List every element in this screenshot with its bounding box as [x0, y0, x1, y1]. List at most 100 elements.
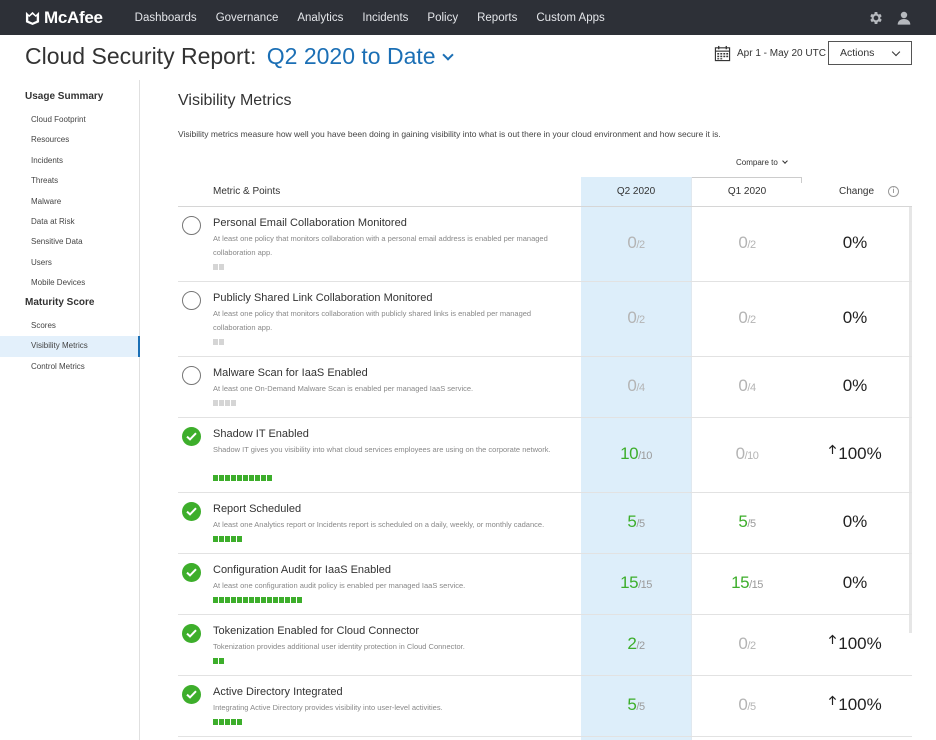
table-row[interactable]: Configuration Audit for IaaS Enabled At l… — [178, 554, 912, 615]
mcafee-logo[interactable]: McAfee — [25, 8, 103, 28]
change-value: 100% — [800, 695, 910, 715]
q1-score: 0/2 — [692, 308, 802, 328]
table-row[interactable]: Personal Email Collaboration Monitored At… — [178, 207, 912, 282]
metric-name: Malware Scan for IaaS Enabled — [213, 367, 368, 379]
sidebar-item-data-at-risk[interactable]: Data at Risk — [0, 212, 139, 232]
metric-description: Tokenization provides additional user id… — [213, 642, 465, 651]
point-block — [213, 264, 218, 270]
check-circle-icon — [182, 427, 201, 446]
q1-score-max: /4 — [747, 382, 756, 394]
change-value: 0% — [800, 233, 910, 253]
point-block — [237, 475, 242, 481]
q1-score: 5/5 — [692, 512, 802, 532]
change-percent: 0% — [842, 573, 868, 592]
check-circle-icon — [182, 502, 201, 521]
gear-icon[interactable] — [868, 10, 884, 26]
q2-score: 2/2 — [581, 634, 691, 654]
sidebar-item-threats[interactable]: Threats — [0, 171, 139, 191]
change-percent: 0% — [842, 376, 868, 395]
actions-label: Actions — [840, 47, 875, 59]
point-block — [267, 597, 272, 603]
nav-item-dashboards[interactable]: Dashboards — [135, 12, 197, 24]
points-indicator — [213, 264, 225, 270]
point-block — [279, 597, 284, 603]
q1-score: 0/10 — [692, 444, 802, 464]
table-row[interactable]: Active Directory Integrated Integrating A… — [178, 676, 912, 737]
q2-score-max: /15 — [638, 579, 652, 591]
point-block — [261, 475, 266, 481]
change-value: 100% — [800, 634, 910, 654]
q1-score-value: 0 — [735, 444, 745, 463]
metric-description: Integrating Active Directory provides vi… — [213, 703, 443, 712]
col-header-q1[interactable]: Q1 2020 — [692, 186, 802, 197]
point-block — [219, 264, 224, 270]
nav-item-policy[interactable]: Policy — [427, 12, 458, 24]
sidebar-item-resources[interactable]: Resources — [0, 130, 139, 150]
date-range[interactable]: Apr 1 - May 20 UTC — [714, 45, 826, 62]
main-nav: Dashboards Governance Analytics Incidents Po… — [135, 12, 624, 24]
table-row[interactable]: Shadow IT Enabled Shadow IT gives you vis… — [178, 418, 912, 493]
empty-circle-icon — [182, 366, 201, 385]
sidebar-item-scores[interactable]: Scores — [0, 316, 139, 336]
change-value: 0% — [800, 512, 910, 532]
period-label: Q2 2020 to Date — [266, 43, 436, 69]
compare-to-dropdown[interactable]: Compare to — [736, 158, 788, 167]
point-block — [219, 400, 224, 406]
point-block — [219, 536, 224, 542]
q2-score: 5/5 — [581, 512, 691, 532]
sidebar-item-cloud-footprint[interactable]: Cloud Footprint — [0, 110, 139, 130]
q1-score: 15/15 — [692, 573, 802, 593]
sidebar-item-visibility-metrics[interactable]: Visibility Metrics — [0, 336, 140, 357]
point-block — [285, 597, 290, 603]
q2-score-max: /2 — [636, 314, 645, 326]
point-block — [225, 536, 230, 542]
sidebar-item-users[interactable]: Users — [0, 253, 139, 273]
point-block — [255, 475, 260, 481]
sidebar-item-malware[interactable]: Malware — [0, 192, 139, 212]
mcafee-shield-icon — [25, 11, 40, 25]
q1-score-max: /5 — [747, 701, 756, 713]
chevron-down-icon — [781, 158, 788, 164]
nav-item-custom-apps[interactable]: Custom Apps — [536, 12, 604, 24]
metric-description: At least one configuration audit policy … — [213, 581, 466, 590]
q2-score-value: 15 — [620, 573, 639, 592]
table-row[interactable]: Publicly Shared Link Collaboration Monit… — [178, 282, 912, 357]
q1-score: 0/2 — [692, 233, 802, 253]
nav-item-incidents[interactable]: Incidents — [362, 12, 408, 24]
period-selector[interactable]: Q2 2020 to Date — [266, 43, 454, 69]
q2-score: 10/10 — [581, 444, 691, 464]
point-block — [237, 719, 242, 725]
point-block — [213, 719, 218, 725]
point-block — [219, 339, 224, 345]
metric-description: Shadow IT gives you visibility into what… — [213, 445, 551, 454]
point-block — [219, 719, 224, 725]
point-block — [219, 475, 224, 481]
q2-score-max: /5 — [636, 701, 645, 713]
actions-dropdown[interactable]: Actions — [828, 41, 912, 65]
points-indicator — [213, 597, 303, 603]
user-icon[interactable] — [896, 10, 912, 26]
nav-item-reports[interactable]: Reports — [477, 12, 517, 24]
point-block — [231, 400, 236, 406]
info-icon[interactable]: i — [888, 186, 899, 197]
change-percent: 100% — [838, 695, 882, 714]
sidebar-item-sensitive-data[interactable]: Sensitive Data — [0, 232, 139, 252]
q1-score-max: /5 — [747, 518, 756, 530]
sidebar-item-control-metrics[interactable]: Control Metrics — [0, 357, 139, 377]
metric-name: Tokenization Enabled for Cloud Connector — [213, 625, 420, 637]
sidebar-item-mobile-devices[interactable]: Mobile Devices — [0, 273, 139, 293]
check-circle-icon — [182, 624, 201, 643]
table-row[interactable]: Malware Scan for IaaS Enabled At least on… — [178, 357, 912, 418]
metric-name: Report Scheduled — [213, 503, 302, 515]
arrow-up-icon — [829, 634, 837, 644]
logo-text: McAfee — [44, 7, 103, 27]
point-block — [237, 597, 242, 603]
point-block — [249, 475, 254, 481]
point-block — [213, 597, 218, 603]
nav-item-governance[interactable]: Governance — [216, 12, 279, 24]
sidebar-item-incidents[interactable]: Incidents — [0, 151, 139, 171]
col-header-q2[interactable]: Q2 2020 — [581, 186, 691, 197]
table-row[interactable]: Tokenization Enabled for Cloud Connector… — [178, 615, 912, 676]
table-row[interactable]: Report Scheduled At least one Analytics r… — [178, 493, 912, 554]
nav-item-analytics[interactable]: Analytics — [297, 12, 343, 24]
